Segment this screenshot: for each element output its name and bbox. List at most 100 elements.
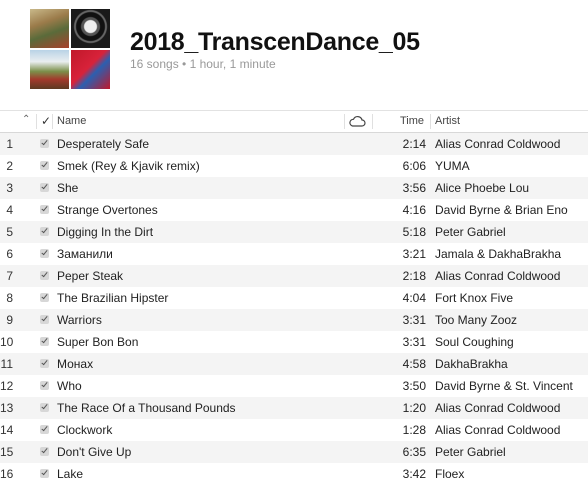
track-name: Peper Steak bbox=[57, 269, 124, 283]
table-row[interactable]: 15 Don't Give Up 6:35 Peter Gabriel bbox=[0, 441, 588, 463]
table-row[interactable]: 5 Digging In the Dirt 5:18 Peter Gabriel bbox=[0, 221, 588, 243]
track-time: 4:04 bbox=[402, 291, 426, 305]
track-number: 15 bbox=[0, 445, 14, 459]
track-enabled-checkbox[interactable] bbox=[40, 425, 49, 434]
table-row[interactable]: 3 She 3:56 Alice Phoebe Lou bbox=[0, 177, 588, 199]
cloud-icon[interactable] bbox=[348, 115, 366, 127]
track-name: She bbox=[57, 181, 79, 195]
album-art-tile bbox=[30, 50, 69, 89]
column-header-name[interactable]: Name bbox=[57, 115, 86, 127]
track-number: 14 bbox=[0, 423, 14, 437]
track-enabled-checkbox[interactable] bbox=[40, 447, 49, 456]
album-art-tile bbox=[30, 9, 69, 48]
track-enabled-checkbox[interactable] bbox=[40, 381, 49, 390]
track-time: 3:31 bbox=[402, 313, 426, 327]
playlist-title: 2018_TranscenDance_05 bbox=[130, 28, 420, 56]
table-row[interactable]: 12 Who 3:50 David Byrne & St. Vincent bbox=[0, 375, 588, 397]
column-header-time[interactable]: Time bbox=[400, 115, 424, 127]
track-time: 3:56 bbox=[402, 181, 426, 195]
column-divider bbox=[36, 114, 37, 129]
track-enabled-checkbox[interactable] bbox=[40, 315, 49, 324]
track-enabled-checkbox[interactable] bbox=[40, 183, 49, 192]
table-row[interactable]: 11 Монах 4:58 DakhaBrakha bbox=[0, 353, 588, 375]
column-divider bbox=[344, 114, 345, 129]
track-number: 2 bbox=[6, 159, 13, 173]
column-header-artist[interactable]: Artist bbox=[435, 115, 460, 127]
track-enabled-checkbox[interactable] bbox=[40, 227, 49, 236]
track-number: 8 bbox=[6, 291, 13, 305]
album-art-tile bbox=[71, 9, 110, 48]
track-number: 11 bbox=[0, 357, 13, 371]
chevron-up-icon[interactable]: ⌃ bbox=[22, 114, 30, 125]
track-time: 6:06 bbox=[402, 159, 426, 173]
track-time: 3:50 bbox=[402, 379, 426, 393]
table-row[interactable]: 1 Desperately Safe 2:14 Alias Conrad Coldwo… bbox=[0, 133, 588, 155]
track-time: 2:18 bbox=[402, 269, 426, 283]
playlist-artwork[interactable] bbox=[30, 9, 110, 89]
table-row[interactable]: 2 Smek (Rey & Kjavik remix) 6:06 YUMA bbox=[0, 155, 588, 177]
track-artist: Jamala & DakhaBrakha bbox=[435, 247, 562, 261]
track-artist: Soul Coughing bbox=[435, 335, 514, 349]
track-number: 12 bbox=[0, 379, 14, 393]
track-artist: Alias Conrad Coldwood bbox=[435, 423, 561, 437]
table-row[interactable]: 16 Lake 3:42 Floex bbox=[0, 463, 588, 485]
track-time: 3:31 bbox=[402, 335, 426, 349]
track-enabled-checkbox[interactable] bbox=[40, 293, 49, 302]
track-time: 2:14 bbox=[402, 137, 426, 151]
track-table: ⌃ ✓ Name Time Artist 1 Desperately Safe 2:… bbox=[0, 110, 588, 485]
column-divider bbox=[52, 114, 53, 129]
track-number: 1 bbox=[6, 137, 13, 151]
track-enabled-checkbox[interactable] bbox=[40, 337, 49, 346]
checkmark-icon[interactable]: ✓ bbox=[41, 114, 51, 128]
playlist-header: 2018_TranscenDance_05 16 songs • 1 hour,… bbox=[0, 0, 588, 110]
track-time: 3:42 bbox=[402, 467, 426, 481]
table-row[interactable]: 13 The Race Of a Thousand Pounds 1:20 Alias… bbox=[0, 397, 588, 419]
track-artist: Alice Phoebe Lou bbox=[435, 181, 530, 195]
table-row[interactable]: 7 Peper Steak 2:18 Alias Conrad Coldwood bbox=[0, 265, 588, 287]
track-time: 6:35 bbox=[402, 445, 426, 459]
track-time: 3:21 bbox=[402, 247, 426, 261]
playlist-summary: 16 songs • 1 hour, 1 minute bbox=[130, 57, 276, 71]
track-number: 3 bbox=[6, 181, 13, 195]
track-enabled-checkbox[interactable] bbox=[40, 161, 49, 170]
table-row[interactable]: 14 Clockwork 1:28 Alias Conrad Coldwood bbox=[0, 419, 588, 441]
track-number: 5 bbox=[6, 225, 13, 239]
column-divider bbox=[372, 114, 373, 129]
track-name: Strange Overtones bbox=[57, 203, 158, 217]
track-enabled-checkbox[interactable] bbox=[40, 469, 49, 478]
table-row[interactable]: 6 Заманили 3:21 Jamala & DakhaBrakha bbox=[0, 243, 588, 265]
track-enabled-checkbox[interactable] bbox=[40, 403, 49, 412]
table-row[interactable]: 10 Super Bon Bon 3:31 Soul Coughing bbox=[0, 331, 588, 353]
track-name: The Brazilian Hipster bbox=[57, 291, 169, 305]
track-time: 1:28 bbox=[402, 423, 426, 437]
table-row[interactable]: 8 The Brazilian Hipster 4:04 Fort Knox Five bbox=[0, 287, 588, 309]
track-number: 6 bbox=[6, 247, 13, 261]
track-artist: YUMA bbox=[435, 159, 470, 173]
table-row[interactable]: 4 Strange Overtones 4:16 David Byrne & Bria… bbox=[0, 199, 588, 221]
track-time: 4:58 bbox=[402, 357, 426, 371]
track-name: Заманили bbox=[57, 247, 113, 261]
track-number: 4 bbox=[6, 203, 13, 217]
track-name: The Race Of a Thousand Pounds bbox=[57, 401, 236, 415]
track-artist: Peter Gabriel bbox=[435, 445, 506, 459]
track-enabled-checkbox[interactable] bbox=[40, 271, 49, 280]
track-artist: Too Many Zooz bbox=[435, 313, 518, 327]
track-enabled-checkbox[interactable] bbox=[40, 139, 49, 148]
track-artist: Fort Knox Five bbox=[435, 291, 514, 305]
track-name: Who bbox=[57, 379, 82, 393]
track-number: 16 bbox=[0, 467, 14, 481]
track-name: Super Bon Bon bbox=[57, 335, 139, 349]
track-list: 1 Desperately Safe 2:14 Alias Conrad Coldwo… bbox=[0, 133, 588, 485]
track-enabled-checkbox[interactable] bbox=[40, 249, 49, 258]
track-name: Warriors bbox=[57, 313, 102, 327]
track-enabled-checkbox[interactable] bbox=[40, 205, 49, 214]
track-number: 13 bbox=[0, 401, 14, 415]
track-enabled-checkbox[interactable] bbox=[40, 359, 49, 368]
track-name: Don't Give Up bbox=[57, 445, 132, 459]
track-artist: Alias Conrad Coldwood bbox=[435, 401, 561, 415]
track-number: 7 bbox=[6, 269, 13, 283]
column-divider bbox=[430, 114, 431, 129]
track-time: 4:16 bbox=[402, 203, 426, 217]
track-name: Desperately Safe bbox=[57, 137, 150, 151]
table-row[interactable]: 9 Warriors 3:31 Too Many Zooz bbox=[0, 309, 588, 331]
